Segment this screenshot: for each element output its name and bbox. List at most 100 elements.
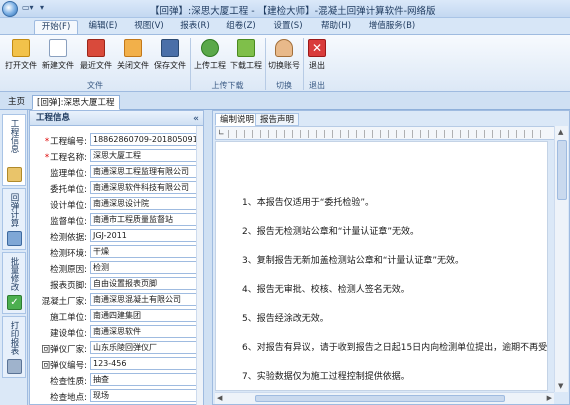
- field-row-rebound-maker: 回弹仪厂家: 山东乐陵回弹仪厂: [30, 341, 205, 356]
- supervision-unit-field[interactable]: 南通深思工程监理有限公司: [90, 165, 199, 178]
- scroll-down-icon[interactable]: ▼: [558, 382, 563, 390]
- switch-account-button[interactable]: 切换账号: [266, 37, 302, 79]
- scroll-right-icon[interactable]: ▶: [547, 394, 552, 402]
- open-file-button[interactable]: 打开文件: [3, 37, 39, 79]
- note-line: 7、实验数据仅为施工过程控制提供依据。: [242, 372, 410, 382]
- note-line: 4、报告无审批、校核、检测人签名无效。: [242, 285, 410, 295]
- tab-stop-icon[interactable]: ∟: [218, 128, 225, 137]
- window-title: 【回弹】:深思大厦工程 - 【建检大师】-混凝土回弹计算软件-网络版: [150, 6, 436, 17]
- recent-files-icon: [87, 39, 105, 57]
- download-icon: [237, 39, 255, 57]
- scroll-thumb[interactable]: [557, 140, 567, 200]
- required-marker: *: [44, 137, 50, 147]
- document-page[interactable]: 1、本报告仅适用于“委托检验”。 2、报告无检测站公章和“计量认证章”无效。 3…: [215, 141, 548, 391]
- open-folder-icon: [12, 39, 30, 57]
- new-file-button[interactable]: 新建文件: [40, 37, 76, 79]
- tab-project-document[interactable]: [回弹]:深思大厦工程: [32, 95, 120, 110]
- concrete-maker-field[interactable]: 南通深思混凝土有限公司: [90, 293, 199, 306]
- field-row-owner-unit: 建设单位: 南通深思软件: [30, 325, 205, 340]
- owner-unit-field[interactable]: 南通深思软件: [90, 325, 199, 338]
- document-area: 编制说明 报告声明 ∟ 1、本报告仅适用于“委托检验”。 2、报告无检测站公章和…: [212, 110, 570, 405]
- side-tab-label: 回弹计算: [9, 193, 19, 227]
- tab-assemble[interactable]: 组卷(Z): [220, 20, 262, 34]
- close-file-button[interactable]: 关闭文件: [115, 37, 151, 79]
- title-bar: ▭▾ ▾ 【回弹】:深思大厦工程 - 【建检大师】-混凝土回弹计算软件-网络版: [0, 0, 570, 18]
- collapse-panel-icon[interactable]: «: [193, 112, 199, 126]
- field-row-project-number: *工程编号: 18862860709-201805091322: [44, 133, 199, 147]
- field-row-design-unit: 设计单位: 南通深思设计院: [30, 197, 205, 212]
- scroll-up-icon[interactable]: ▲: [558, 128, 563, 136]
- exit-icon: ✕: [308, 39, 326, 57]
- inspection-type-field[interactable]: 抽查: [90, 373, 199, 386]
- group-label-upload-download: 上传下载: [211, 81, 244, 90]
- project-name-field[interactable]: 深思大厦工程: [90, 149, 199, 162]
- house-icon: [7, 167, 22, 182]
- test-reason-field[interactable]: 检测: [90, 261, 199, 274]
- design-unit-field[interactable]: 南通深思设计院: [90, 197, 199, 210]
- note-line: 3、复制报告无新加盖检测站公章和“计量认证章”无效。: [242, 256, 465, 266]
- save-file-button[interactable]: 保存文件: [152, 37, 188, 79]
- oversight-unit-field[interactable]: 南通市工程质量监督站: [90, 213, 199, 226]
- rebound-number-field[interactable]: 123-456: [90, 357, 199, 370]
- inspection-location-field[interactable]: 现场: [90, 389, 199, 402]
- rebound-maker-field[interactable]: 山东乐陵回弹仪厂: [90, 341, 199, 354]
- quick-access-menu-icon[interactable]: ▭▾: [22, 3, 34, 15]
- panel-scrollbar[interactable]: [196, 126, 203, 405]
- ribbon: 打开文件 新建文件 最近文件 关闭文件 保存文件 上传工程 下载工程 切换账号 …: [0, 34, 570, 92]
- report-footer-field[interactable]: 自由设置报表页脚: [90, 277, 199, 290]
- upload-project-button[interactable]: 上传工程: [192, 37, 228, 79]
- exit-button[interactable]: ✕ 退出: [304, 37, 330, 79]
- app-logo-icon[interactable]: [2, 1, 18, 17]
- note-line: 6、对报告有异议，请于收到报告之日起15日内向检测单位提出，逾期不再受理。: [242, 343, 548, 353]
- side-tab-rebound-calc[interactable]: 回弹计算: [2, 188, 26, 250]
- side-tab-strip: 工程信息 回弹计算 批量修改 ✓ 打印报表: [0, 110, 28, 405]
- field-row-project-name: *工程名称: 深思大厦工程: [30, 149, 205, 164]
- client-unit-field[interactable]: 南通深思软件科技有限公司: [90, 181, 199, 194]
- tab-start[interactable]: 开始(F): [34, 20, 78, 34]
- side-tab-project-info[interactable]: 工程信息: [2, 114, 26, 186]
- note-line: 2、报告无检测站公章和“计量认证章”无效。: [242, 227, 420, 237]
- tab-compile-notes[interactable]: 编制说明: [215, 113, 260, 126]
- field-row-report-footer: 报表页脚: 自由设置报表页脚: [30, 277, 205, 292]
- scroll-thumb[interactable]: [255, 395, 505, 402]
- project-number-field[interactable]: 18862860709-201805091322: [90, 133, 199, 146]
- save-file-icon: [161, 39, 179, 57]
- document-tab-bar: 主页 [回弹]:深思大厦工程: [0, 92, 570, 110]
- user-switch-icon: [275, 39, 293, 57]
- quick-access-dropdown-icon[interactable]: ▾: [40, 3, 44, 15]
- recent-files-button[interactable]: 最近文件: [78, 37, 114, 79]
- ruler: ∟: [215, 126, 555, 140]
- construction-unit-field[interactable]: 南通四建集团: [90, 309, 199, 322]
- close-file-icon: [124, 39, 142, 57]
- side-tab-label: 打印报表: [9, 321, 19, 355]
- ribbon-tab-bar: 开始(F) 编辑(E) 视图(V) 报表(R) 组卷(Z) 设置(S) 帮助(H…: [0, 18, 570, 34]
- group-label-switch: 切换: [276, 81, 292, 90]
- tab-report-statement[interactable]: 报告声明: [255, 113, 300, 126]
- tab-view[interactable]: 视图(V): [128, 20, 170, 34]
- tab-home[interactable]: 主页: [4, 95, 29, 110]
- field-row-oversight-unit: 监督单位: 南通市工程质量监督站: [30, 213, 205, 228]
- side-tab-print-report[interactable]: 打印报表: [2, 316, 26, 378]
- check-icon: ✓: [7, 295, 22, 310]
- test-basis-field[interactable]: JGJ-2011: [90, 229, 199, 242]
- panel-splitter[interactable]: [204, 110, 212, 405]
- field-row-test-basis: 检测依据: JGJ-2011: [30, 229, 205, 244]
- side-tab-label: 批量修改: [9, 257, 19, 291]
- upload-icon: [201, 39, 219, 57]
- tab-report[interactable]: 报表(R): [174, 20, 216, 34]
- horizontal-scrollbar[interactable]: ◀ ▶: [215, 392, 554, 404]
- scroll-left-icon[interactable]: ◀: [217, 394, 222, 402]
- tab-settings[interactable]: 设置(S): [266, 20, 310, 34]
- field-row-rebound-number: 回弹仪编号: 123-456: [30, 357, 205, 372]
- tab-value-added[interactable]: 增值服务(B): [362, 20, 422, 34]
- download-project-button[interactable]: 下载工程: [228, 37, 264, 79]
- side-tab-label: 工程信息: [9, 119, 19, 153]
- tab-help[interactable]: 帮助(H): [314, 20, 358, 34]
- test-environment-field[interactable]: 干燥: [90, 245, 199, 258]
- note-line: 5、报告经涂改无效。: [242, 314, 329, 324]
- tab-edit[interactable]: 编辑(E): [82, 20, 124, 34]
- vertical-scrollbar[interactable]: ▲ ▼: [554, 126, 568, 392]
- field-row-concrete-maker: 混凝土厂家: 南通深思混凝土有限公司: [30, 293, 205, 308]
- new-file-icon: [49, 39, 67, 57]
- side-tab-batch-edit[interactable]: 批量修改 ✓: [2, 252, 26, 314]
